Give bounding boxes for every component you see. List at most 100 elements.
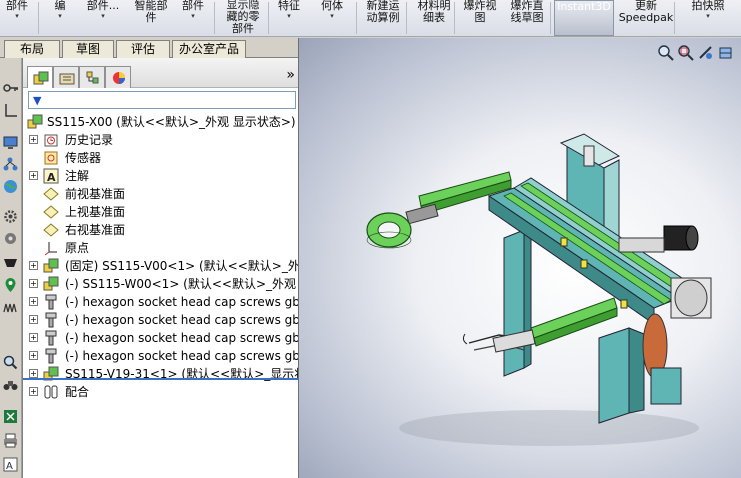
svg-text:A: A <box>47 171 56 184</box>
tree-item[interactable]: + A 注解 <box>23 167 299 185</box>
tree-item-label: (-) SS115-W00<1> (默认<<默认>_外观 显 <box>65 277 299 291</box>
tree-item[interactable]: + (-) hexagon socket head cap screws gb <box>23 329 299 347</box>
tree-item[interactable]: + (-) hexagon socket head cap screws gb <box>23 293 299 311</box>
ribbon-separator <box>214 2 215 34</box>
ribbon-button-11[interactable]: 爆炸视图 <box>458 0 502 36</box>
tree-item[interactable]: + (-) hexagon socket head cap screws gb <box>23 347 299 365</box>
tree-item[interactable]: + (固定) SS115-V00<1> (默认<<默认>_外观 <box>23 257 299 275</box>
ribbon-button-8[interactable]: 何体 ▾ <box>312 0 352 36</box>
screw-icon <box>43 330 59 346</box>
gear-icon[interactable] <box>2 208 19 225</box>
settings-icon[interactable] <box>2 230 19 247</box>
ribbon-button-6[interactable]: 显示隐 藏的零 部件 <box>218 0 268 35</box>
expand-toggle-icon[interactable]: + <box>29 369 38 378</box>
ribbon-button-label: Speedpak <box>618 11 674 24</box>
magnifier-icon[interactable] <box>2 354 19 371</box>
spring-icon[interactable] <box>2 300 19 317</box>
expand-toggle-icon[interactable]: + <box>29 351 38 360</box>
ribbon-button-label: 件 <box>145 11 157 24</box>
expand-toggle-icon[interactable]: + <box>29 387 38 396</box>
ribbon-separator <box>550 2 551 34</box>
sensor-icon <box>43 150 59 166</box>
ribbon-button-4[interactable]: 智能部件 <box>126 0 176 36</box>
tree-filter-field[interactable]: ▼ <box>28 91 296 109</box>
tree-item[interactable]: + 配合 <box>23 383 299 401</box>
tree-item-label: 传感器 <box>65 151 102 165</box>
plane-icon <box>43 186 59 202</box>
globe-icon[interactable] <box>2 178 19 195</box>
location-pin-icon[interactable] <box>2 276 19 293</box>
expand-toggle-icon[interactable]: + <box>29 297 38 306</box>
tree-item[interactable]: + (-) SS115-W00<1> (默认<<默认>_外观 显 <box>23 275 299 293</box>
ribbon-button-label: 部件 <box>232 22 254 35</box>
ribbon-button-label: 编 <box>54 0 66 12</box>
expand-toggle-icon[interactable]: + <box>29 315 38 324</box>
expand-toggle-icon[interactable]: + <box>29 171 38 180</box>
tab-office-products[interactable]: 办公室产品 <box>172 40 246 58</box>
tree-item[interactable]: 前视基准面 <box>23 185 299 203</box>
screw-icon <box>43 348 59 364</box>
ribbon-button-2[interactable]: 编 ▾ <box>42 0 78 36</box>
ribbon-button-9[interactable]: 新建运 动算例 <box>360 0 406 36</box>
origin-icon <box>43 240 59 256</box>
corner-icon[interactable] <box>2 102 19 119</box>
ribbon-button-5[interactable]: 部件 ▾ <box>176 0 210 36</box>
excel-icon[interactable] <box>2 408 19 425</box>
expand-toggle-icon[interactable]: + <box>29 333 38 342</box>
dropdown-arrow-icon: ▾ <box>287 12 291 20</box>
rollback-bar[interactable] <box>23 378 299 380</box>
property-manager-tab[interactable] <box>53 66 79 88</box>
ribbon-button-15[interactable]: 拍快照 ▾ <box>678 0 738 36</box>
tab-sketch[interactable]: 草图 <box>62 40 114 58</box>
network-icon[interactable] <box>2 156 19 173</box>
tree-item-label: SS115-X00 (默认<<默认>_外观 显示状态>) <box>47 115 296 129</box>
feature-tree-tab[interactable] <box>27 66 53 88</box>
assembly-model-render <box>366 133 712 446</box>
tab-layout[interactable]: 布局 <box>4 40 60 58</box>
tree-item-label: 上视基准面 <box>65 205 126 219</box>
tree-item[interactable]: 传感器 <box>23 149 299 167</box>
screw-icon <box>43 312 59 328</box>
configuration-manager-tab[interactable] <box>79 66 105 88</box>
tree-root-item[interactable]: SS115-X00 (默认<<默认>_外观 显示状态>) <box>23 113 299 131</box>
tree-item[interactable]: + 历史记录 <box>23 131 299 149</box>
dropdown-arrow-icon: ▾ <box>58 12 62 20</box>
ribbon-button-label: 部件... <box>86 0 120 12</box>
ribbon-button-10[interactable]: 材料明 细表 <box>410 0 458 36</box>
ribbon-button-7[interactable]: 特征 ▾ <box>272 0 306 36</box>
subassembly-icon <box>43 276 59 292</box>
tree-item-label: (-) hexagon socket head cap screws gb <box>65 313 299 327</box>
annotation-icon: A <box>43 168 59 184</box>
key-icon[interactable] <box>2 80 19 97</box>
binoculars-icon[interactable] <box>2 376 19 393</box>
screw-icon <box>43 294 59 310</box>
tree-item[interactable]: 原点 <box>23 239 299 257</box>
ribbon-button-12[interactable]: 爆炸直 线草图 <box>504 0 550 36</box>
ribbon-button-1[interactable]: 部件 ▾ <box>0 0 34 36</box>
tree-item-label: (-) hexagon socket head cap screws gb <box>65 295 299 309</box>
dropdown-arrow-icon: ▾ <box>706 12 710 20</box>
ribbon-button-label: 部件 <box>182 0 204 12</box>
ribbon-button-13[interactable]: Instant3D <box>554 0 614 36</box>
tree-item[interactable]: 右视基准面 <box>23 221 299 239</box>
text-tool-icon[interactable]: A <box>2 456 19 473</box>
tree-item[interactable]: + (-) hexagon socket head cap screws gb <box>23 311 299 329</box>
ribbon-separator <box>356 2 357 34</box>
expand-toggle-icon[interactable]: + <box>29 135 38 144</box>
tree-item[interactable]: 上视基准面 <box>23 203 299 221</box>
ribbon-button-3[interactable]: 部件... ▾ <box>80 0 126 36</box>
tab-evaluate[interactable]: 评估 <box>116 40 170 58</box>
tree-item[interactable]: + SS115-V19-31<1> (默认<<默认>_显示状 <box>23 365 299 383</box>
filter-icon: ▼ <box>33 94 42 107</box>
monitor-icon[interactable] <box>2 134 19 151</box>
expand-panel-button[interactable]: » <box>286 68 295 82</box>
printer-icon[interactable] <box>2 432 19 449</box>
tree-item-label: 注解 <box>65 169 90 183</box>
ribbon-button-14[interactable]: 更新 Speedpak <box>616 0 676 36</box>
tree-item-label: (-) hexagon socket head cap screws gb <box>65 349 299 363</box>
bowl-icon[interactable] <box>2 254 19 271</box>
expand-toggle-icon[interactable]: + <box>29 261 38 270</box>
graphics-viewport[interactable] <box>298 38 741 478</box>
display-manager-tab[interactable] <box>105 66 131 88</box>
expand-toggle-icon[interactable]: + <box>29 279 38 288</box>
